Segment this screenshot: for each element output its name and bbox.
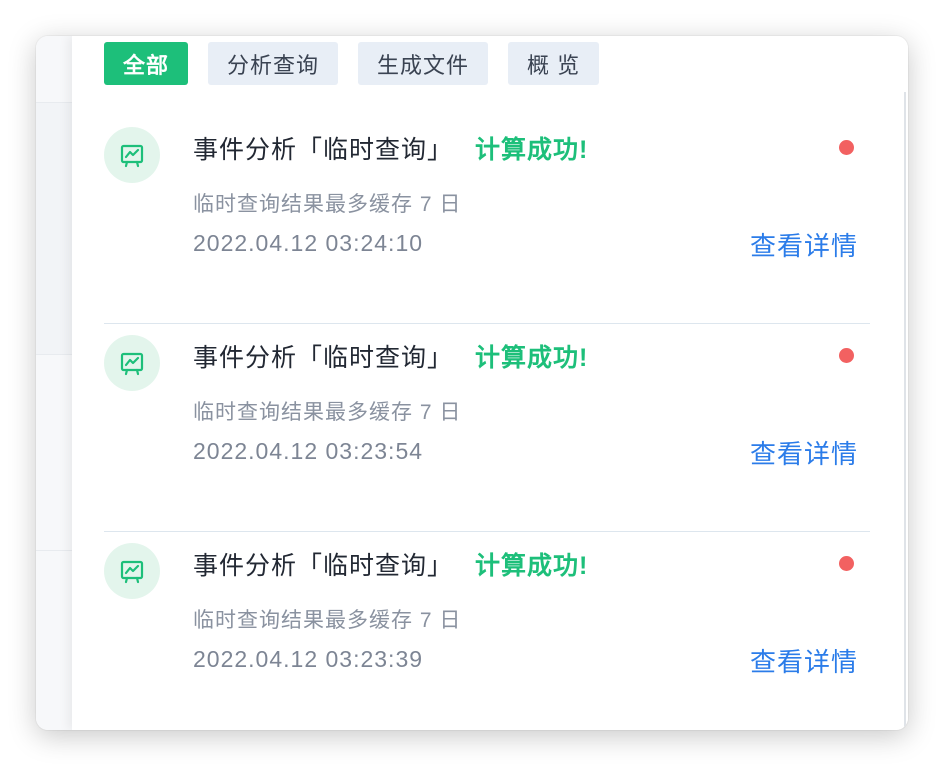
notification-item: 事件分析「临时查询」 计算成功! 临时查询结果最多缓存 7 日 2022.04.… [104,324,870,532]
notification-title: 事件分析「临时查询」 [193,344,454,372]
tab-overview[interactable]: 概 览 [508,42,600,85]
view-details-link[interactable]: 查看详情 [750,434,858,471]
tab-analysis-query[interactable]: 分析查询 [208,42,339,85]
chart-screen-icon [104,127,160,183]
filter-tabs: 全部 分析查询 生成文件 概 览 [104,42,600,86]
notification-title-row: 事件分析「临时查询」 计算成功! [193,130,588,166]
notification-subtitle: 临时查询结果最多缓存 7 日 [193,193,462,216]
background-divider [36,550,72,551]
notification-title: 事件分析「临时查询」 [193,136,454,164]
view-details-link[interactable]: 查看详情 [750,226,858,263]
notification-title-row: 事件分析「临时查询」 计算成功! [193,338,588,374]
view-details-link[interactable]: 查看详情 [750,642,858,679]
chart-screen-icon [104,335,160,391]
unread-dot [839,140,854,155]
background-row-highlight [36,102,72,354]
notification-subtitle: 临时查询结果最多缓存 7 日 [193,401,462,424]
notification-panel: 全部 分析查询 生成文件 概 览 事件分析「临时查询」 计算成功! 临时查询结果… [72,36,908,730]
chart-screen-icon [104,543,160,599]
notification-subtitle: 临时查询结果最多缓存 7 日 [193,609,462,632]
notification-time: 2022.04.12 03:24:10 [193,230,424,256]
notification-item: 事件分析「临时查询」 计算成功! 临时查询结果最多缓存 7 日 2022.04.… [104,532,870,730]
notification-time: 2022.04.12 03:23:54 [193,438,424,464]
notification-window: 全部 分析查询 生成文件 概 览 事件分析「临时查询」 计算成功! 临时查询结果… [36,36,908,730]
notification-item: 事件分析「临时查询」 计算成功! 临时查询结果最多缓存 7 日 2022.04.… [104,116,870,324]
notification-status: 计算成功! [475,136,589,164]
notification-list: 事件分析「临时查询」 计算成功! 临时查询结果最多缓存 7 日 2022.04.… [104,116,870,730]
background-divider [36,354,72,355]
notification-status: 计算成功! [475,344,589,372]
unread-dot [839,348,854,363]
notification-title: 事件分析「临时查询」 [193,552,454,580]
tab-all[interactable]: 全部 [104,42,189,85]
notification-status: 计算成功! [475,552,589,580]
notification-time: 2022.04.12 03:23:39 [193,646,424,672]
background-divider [36,102,72,103]
unread-dot [839,556,854,571]
scrollbar[interactable] [904,92,906,730]
background-page [36,36,72,730]
tab-generated-files[interactable]: 生成文件 [358,42,489,85]
notification-title-row: 事件分析「临时查询」 计算成功! [193,546,588,582]
